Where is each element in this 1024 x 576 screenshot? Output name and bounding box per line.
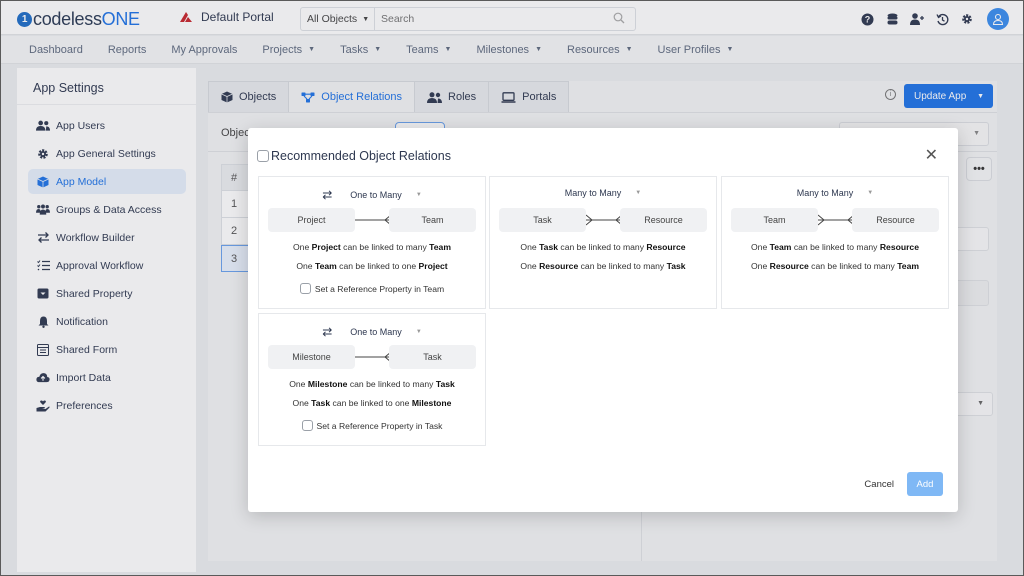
one-to-many-connector-icon [355,351,391,363]
relation-type-value: One to Many [350,190,402,200]
text: can be linked to many [791,242,880,252]
text: can be linked to many [340,242,430,252]
reference-property-option[interactable]: Set a Reference Property in Team [259,283,485,294]
object-name: Milestone [307,379,348,389]
target-object: Team [389,208,476,232]
object-name: Task [666,261,686,271]
swap-icon[interactable]: ⇄ [322,188,332,202]
select-all-checkbox[interactable] [257,150,269,162]
reference-label: Set a Reference Property in Task [316,420,443,431]
object-name: Project [418,261,448,271]
object-name: Resource [539,261,579,271]
dialog-header: Recommended Object Relations [257,149,451,163]
object-name: Task [435,379,455,389]
relation-type-select[interactable]: ⇄ One to Many ▼ [259,188,485,202]
text: One [292,398,312,408]
reference-checkbox[interactable] [301,420,313,431]
source-object: Project [268,208,355,232]
many-to-many-connector-icon [586,214,622,226]
text: One [293,242,312,252]
text: One [296,261,315,271]
relation-card[interactable]: ⇄ One to Many ▼ Milestone Task One Miles… [258,313,486,446]
source-object: Team [731,208,818,232]
relation-type-select[interactable]: Many to Many ▼ [490,188,716,198]
object-name: Team [769,242,792,252]
object-name: Task [539,242,559,252]
object-name: Team [314,261,337,271]
close-icon[interactable]: ✕ [925,148,938,164]
many-to-many-connector-icon [818,214,854,226]
text: can be linked to many [347,379,436,389]
chevron-down-icon: ▼ [415,329,422,335]
text: One [289,379,308,389]
object-name: Resource [769,261,809,271]
relation-description: One Task can be linked to one Milestone [259,398,485,408]
one-to-many-connector-icon [355,214,391,226]
text: can be linked to one [330,398,412,408]
relation-card[interactable]: ⇄ One to Many ▼ Project Team One Project… [258,176,486,309]
source-object: Task [499,208,586,232]
relation-description: One Team can be linked to many Resource [722,242,948,252]
object-name: Task [311,398,331,408]
dialog-title: Recommended Object Relations [271,149,451,163]
object-name: Resource [646,242,686,252]
text: One [750,242,770,252]
app-window: 1 codeless ONE Default Portal All Objects… [1,1,1023,575]
relation-card[interactable]: Many to Many ▼ Team Resource One Team ca… [721,176,949,309]
text: can be linked to many [578,261,667,271]
reference-checkbox[interactable] [299,283,311,294]
object-name: Resource [879,242,919,252]
cancel-button[interactable]: Cancel [864,479,894,490]
source-object: Milestone [268,345,355,369]
add-button[interactable]: Add [907,472,943,496]
chevron-down-icon: ▼ [415,192,422,198]
text: One [750,261,770,271]
relation-description: One Team can be linked to one Project [259,261,485,271]
relation-description: One Project can be linked to many Team [259,242,485,252]
chevron-down-icon: ▼ [867,190,874,196]
target-object: Resource [852,208,939,232]
relation-type-value: Many to Many [796,188,854,198]
relation-type-value: Many to Many [564,188,622,198]
recommended-relations-dialog: Recommended Object Relations ✕ ⇄ One to … [248,128,958,512]
relation-description: One Task can be linked to many Resource [490,242,716,252]
relation-type-value: One to Many [350,327,402,337]
object-name: Milestone [411,398,452,408]
reference-label: Set a Reference Property in Team [314,283,445,294]
target-object: Resource [620,208,707,232]
target-object: Task [389,345,476,369]
relation-description: One Milestone can be linked to many Task [259,379,485,389]
text: One [520,242,540,252]
relation-description: One Resource can be linked to many Task [490,261,716,271]
reference-property-option[interactable]: Set a Reference Property in Task [259,420,485,431]
text: One [520,261,540,271]
object-name: Team [897,261,919,271]
relation-description: One Resource can be linked to many Team [722,261,948,271]
object-name: Team [429,242,451,252]
relation-type-select[interactable]: ⇄ One to Many ▼ [259,325,485,339]
chevron-down-icon: ▼ [635,190,642,196]
relation-card[interactable]: Many to Many ▼ Task Resource One Task ca… [489,176,717,309]
text: can be linked to one [336,261,419,271]
swap-icon[interactable]: ⇄ [322,325,332,339]
text: can be linked to many [808,261,898,271]
relation-type-select[interactable]: Many to Many ▼ [722,188,948,198]
object-name: Project [311,242,341,252]
text: can be linked to many [558,242,647,252]
